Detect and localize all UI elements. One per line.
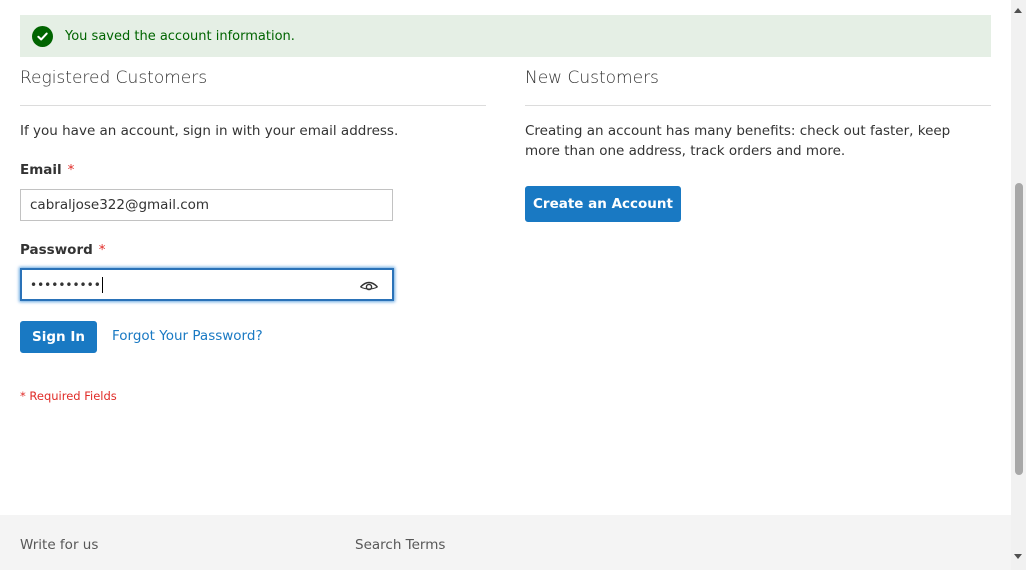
text-caret — [101, 276, 103, 293]
email-field[interactable]: cabraljose322@gmail.com — [20, 189, 393, 221]
scroll-down-arrow-icon[interactable] — [1014, 554, 1022, 559]
footer-link-search-terms[interactable]: Search Terms — [355, 537, 445, 553]
footer: Write for us Search Terms — [0, 515, 1011, 570]
show-password-eye-icon[interactable] — [359, 279, 379, 293]
vertical-scrollbar[interactable] — [1011, 0, 1026, 570]
success-message-text: You saved the account information. — [65, 28, 295, 44]
password-field[interactable]: •••••••••• — [20, 268, 394, 301]
registered-divider — [20, 105, 486, 106]
forgot-password-link[interactable]: Forgot Your Password? — [112, 328, 263, 344]
password-value: •••••••••• — [30, 277, 101, 292]
registered-customers-title: Registered Customers — [20, 68, 208, 88]
scroll-up-arrow-icon[interactable] — [1014, 8, 1022, 13]
email-value: cabraljose322@gmail.com — [30, 197, 210, 213]
password-label: Password * — [20, 242, 106, 258]
new-customers-title: New Customers — [525, 68, 659, 88]
success-message: You saved the account information. — [20, 15, 991, 57]
required-fields-note: * Required Fields — [20, 389, 117, 403]
scroll-thumb[interactable] — [1015, 183, 1023, 475]
required-star: * — [98, 242, 106, 258]
new-customers-divider — [525, 105, 991, 106]
footer-link-write-for-us[interactable]: Write for us — [20, 537, 98, 553]
checkmark-icon — [32, 25, 53, 47]
new-customers-intro: Creating an account has many benefits: c… — [525, 123, 951, 159]
page: You saved the account information. Regis… — [0, 0, 1011, 570]
registered-intro: If you have an account, sign in with you… — [20, 123, 399, 139]
create-account-button[interactable]: Create an Account — [525, 186, 681, 222]
email-label: Email * — [20, 162, 75, 178]
required-star: * — [67, 162, 75, 178]
sign-in-button[interactable]: Sign In — [20, 321, 97, 353]
